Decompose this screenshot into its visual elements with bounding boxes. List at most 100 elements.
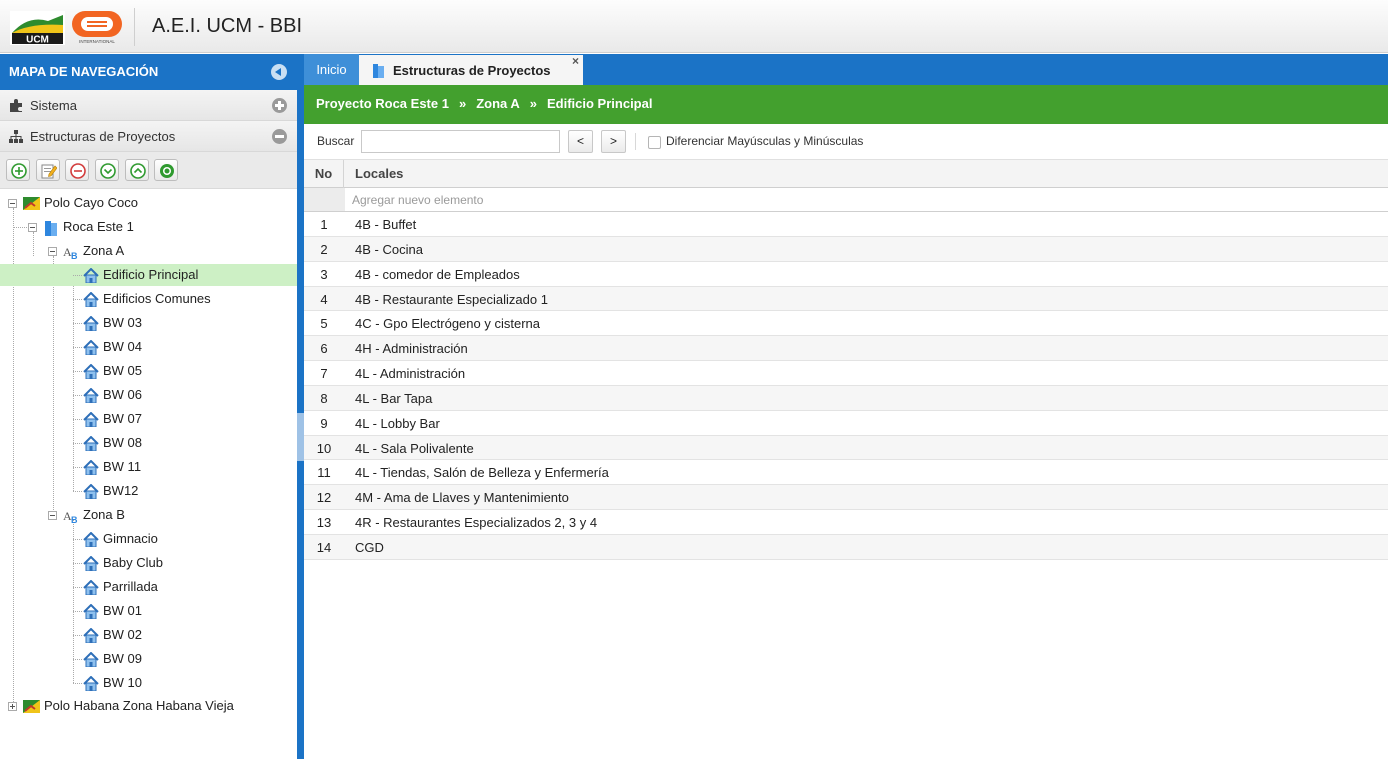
tree-expander[interactable] <box>8 702 17 711</box>
splitter-handle[interactable] <box>297 413 304 461</box>
tree-expander[interactable] <box>8 199 17 208</box>
table-row[interactable]: 1 4B - Buffet <box>304 212 1388 237</box>
move-up-button[interactable] <box>124 159 149 181</box>
row-number: 1 <box>320 217 328 232</box>
tab-estructuras[interactable]: Estructuras de Proyectos × <box>359 54 583 85</box>
table-row[interactable]: 4 4B - Restaurante Especializado 1 <box>304 286 1388 312</box>
add-new-row[interactable]: Agregar nuevo elemento <box>304 188 1388 212</box>
tree-node-edificio[interactable]: Edificio Principal <box>83 264 198 286</box>
section-label: Sistema <box>30 98 77 113</box>
table-row[interactable]: 8 4L - Bar Tapa <box>304 385 1388 411</box>
search-input[interactable] <box>361 130 560 153</box>
tree-node-edificio[interactable]: BW 07 <box>83 408 142 430</box>
section-label: Estructuras de Proyectos <box>30 129 176 144</box>
tree-node-edificio[interactable]: Baby Club <box>83 552 163 574</box>
search-next-button[interactable]: > <box>601 130 626 153</box>
tree-node-edificio[interactable]: BW 08 <box>83 432 142 454</box>
tree-node-polo[interactable]: Polo Habana Zona Habana Vieja <box>23 695 234 717</box>
flag-icon <box>23 700 40 714</box>
tree-node-edificio[interactable]: BW 02 <box>83 624 142 646</box>
section-estructuras[interactable]: Estructuras de Proyectos <box>0 121 297 152</box>
svg-text:B: B <box>71 515 78 523</box>
row-number: 4 <box>320 291 328 307</box>
row-local: 4L - Administración <box>355 366 466 382</box>
breadcrumb-separator: » <box>529 96 537 111</box>
tree-node-edificio[interactable]: Parrillada <box>83 576 158 598</box>
tree-node-edificio[interactable]: Edificios Comunes <box>83 288 211 310</box>
column-header-locales[interactable]: Locales <box>355 160 403 188</box>
tab-inicio[interactable]: Inicio <box>304 54 359 85</box>
row-local: 4L - Sala Polivalente <box>355 440 474 456</box>
section-sistema[interactable]: Sistema <box>0 90 297 121</box>
table-row[interactable]: 6 4H - Administración <box>304 336 1388 362</box>
row-local: 4B - comedor de Empleados <box>355 266 520 282</box>
svg-text:B: B <box>71 251 78 259</box>
sidebar-title: MAPA DE NAVEGACIÓN <box>9 64 159 79</box>
table-row[interactable]: 14 CGD <box>304 534 1388 560</box>
table-row[interactable]: 12 4M - Ama de Llaves y Mantenimiento <box>304 485 1388 511</box>
remove-button[interactable] <box>65 159 90 181</box>
breadcrumb-edificio[interactable]: Edificio Principal <box>547 96 652 111</box>
tree-node-edificio[interactable]: BW 06 <box>83 384 142 406</box>
table-row[interactable]: 7 4L - Administración <box>304 361 1388 386</box>
tree-node-edificio[interactable]: BW 11 <box>83 456 141 478</box>
expand-icon[interactable] <box>272 98 287 113</box>
tree-node-edificio[interactable]: BW 05 <box>83 360 142 382</box>
edit-button[interactable] <box>35 159 60 181</box>
tree-node-edificio[interactable]: BW 03 <box>83 312 142 334</box>
table-row[interactable]: 9 4L - Lobby Bar <box>304 411 1388 436</box>
table-row[interactable]: 5 4C - Gpo Electrógeno y cisterna <box>304 311 1388 337</box>
table-row[interactable]: 10 4L - Sala Polivalente <box>304 435 1388 461</box>
ucm-logo: UCM <box>10 11 65 45</box>
tree-expander[interactable] <box>48 511 57 520</box>
add-button[interactable] <box>6 159 30 181</box>
table-row[interactable]: 3 4B - comedor de Empleados <box>304 262 1388 287</box>
row-local: 4L - Tiendas, Salón de Belleza y Enferme… <box>355 465 609 481</box>
tree-expander[interactable] <box>48 247 57 256</box>
breadcrumb-proyecto[interactable]: Proyecto Roca Este 1 <box>316 96 449 111</box>
tree-node-edificio[interactable]: BW 01 <box>83 600 142 622</box>
house-icon <box>83 292 99 308</box>
tree-node-edificio[interactable]: BW 10 <box>83 672 142 694</box>
house-icon <box>83 652 99 668</box>
row-number: 14 <box>316 539 332 555</box>
tree-node-zona-a[interactable]: A B Zona A <box>63 240 124 262</box>
main-panel: Inicio Estructuras de Proyectos × Proyec… <box>304 54 1388 759</box>
confirm-button[interactable] <box>154 159 179 181</box>
move-up-icon <box>129 163 146 179</box>
add-icon <box>11 163 27 179</box>
column-header-no[interactable]: No <box>304 160 344 188</box>
puzzle-icon <box>10 99 22 112</box>
tree-node-edificio[interactable]: BW 04 <box>83 336 142 358</box>
tree-node-edificio[interactable]: BW 09 <box>83 648 142 670</box>
house-icon <box>83 340 99 356</box>
breadcrumb-zona[interactable]: Zona A <box>476 96 520 111</box>
table-row[interactable]: 11 4L - Tiendas, Salón de Belleza y Enfer… <box>304 460 1388 486</box>
flag-icon <box>23 197 40 211</box>
house-icon <box>83 412 99 428</box>
tree-toolbar <box>0 152 297 189</box>
search-prev-button[interactable]: < <box>568 130 593 153</box>
tree-node-polo[interactable]: Polo Cayo Coco <box>23 192 138 214</box>
close-tab-icon[interactable]: × <box>572 46 579 77</box>
collapse-sidebar-icon[interactable] <box>271 64 287 80</box>
tree-node-proyecto[interactable]: Roca Este 1 <box>43 216 134 238</box>
collapse-icon[interactable] <box>272 129 287 144</box>
tree-node-zona-b[interactable]: A B Zona B <box>63 504 125 526</box>
sidebar-splitter[interactable] <box>297 54 304 759</box>
row-number: 8 <box>320 390 328 406</box>
case-sensitive-label[interactable]: Diferenciar Mayúsculas y Minúsculas <box>666 134 863 148</box>
tree-node-edificio[interactable]: Gimnacio <box>83 528 158 550</box>
table-row[interactable]: 2 4B - Cocina <box>304 236 1388 262</box>
remove-icon <box>70 163 87 179</box>
row-number: 12 <box>316 490 332 506</box>
table-row[interactable]: 13 4R - Restaurantes Especializados 2, 3 … <box>304 510 1388 535</box>
move-down-button[interactable] <box>94 159 119 181</box>
house-icon <box>83 484 99 500</box>
tree-expander[interactable] <box>28 223 37 232</box>
house-icon <box>83 436 99 452</box>
house-icon <box>83 460 99 476</box>
tree-node-edificio[interactable]: BW12 <box>83 480 138 502</box>
row-local: CGD <box>355 539 384 555</box>
case-sensitive-checkbox[interactable] <box>648 136 661 149</box>
